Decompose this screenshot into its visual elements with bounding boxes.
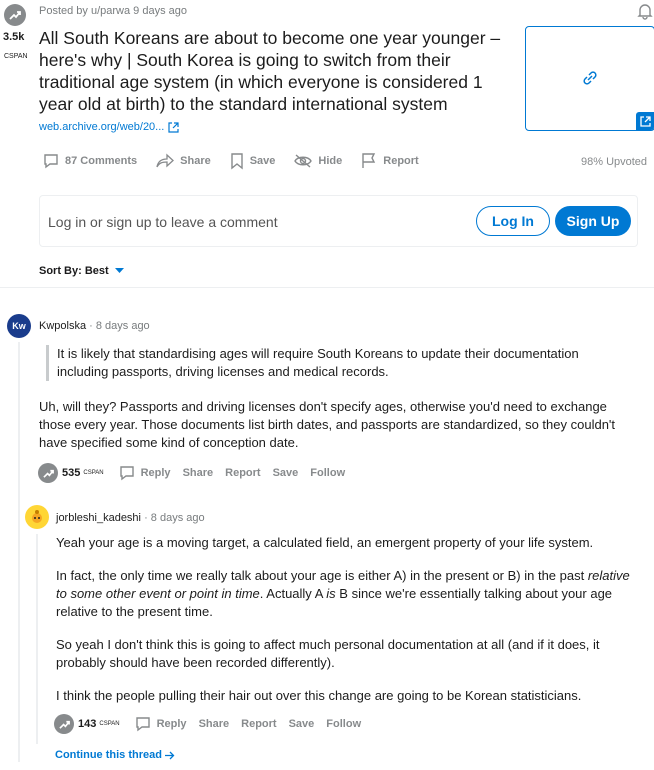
report-button[interactable]: Report — [360, 152, 419, 170]
award-badge: CSPAN — [99, 721, 120, 727]
thread-line[interactable] — [18, 342, 20, 762]
upvote-ratio: 98% Upvoted — [581, 156, 648, 168]
comment-paragraph: So yeah I don't think this is going to a… — [56, 637, 600, 670]
login-box: Log in or sign up to leave a comment Log… — [39, 195, 638, 247]
award-badge: CSPAN — [4, 53, 28, 60]
login-prompt: Log in or sign up to leave a comment — [48, 214, 278, 230]
post-title[interactable]: All South Koreans are about to become on… — [39, 27, 517, 115]
comment-header: jorbleshi_kadeshi · 8 days ago — [56, 512, 205, 524]
external-link-icon — [168, 121, 179, 133]
comment-body: Uh, will they? Passports and driving lic… — [39, 399, 616, 450]
comment-actions: 143 CSPAN Reply Share Report Save Follow — [54, 714, 373, 734]
comment-icon — [44, 154, 58, 169]
thread-line[interactable] — [36, 534, 38, 744]
follow-button[interactable]: Follow — [326, 718, 361, 730]
flag-icon — [362, 153, 376, 168]
signup-button[interactable]: Sign Up — [555, 206, 631, 236]
posted-by: Posted by u/parwa 9 days ago — [39, 5, 187, 17]
bell-icon[interactable] — [637, 2, 653, 25]
upvote-icon[interactable] — [4, 4, 26, 26]
upvote-icon[interactable] — [54, 714, 74, 734]
reply-button[interactable]: Reply — [141, 467, 171, 479]
comment-time[interactable]: · 8 days ago — [89, 320, 150, 332]
comment-score: 535 — [62, 467, 81, 479]
save-button[interactable]: Save — [273, 467, 299, 479]
avatar[interactable]: Kw — [7, 314, 31, 338]
reply-button[interactable]: Reply — [157, 718, 187, 730]
bookmark-icon — [231, 153, 243, 170]
post-link[interactable]: web.archive.org/web/20... — [39, 121, 179, 133]
post-score: 3.5k — [3, 31, 25, 43]
award-badge: CSPAN — [83, 470, 104, 476]
report-button[interactable]: Report — [225, 467, 260, 479]
comment-time[interactable]: · 8 days ago — [144, 512, 205, 524]
post-link-text[interactable]: web.archive.org/web/20... — [39, 121, 164, 133]
share-icon — [156, 153, 175, 168]
sort-dropdown[interactable]: Sort By: Best — [39, 265, 124, 277]
hide-button[interactable]: Hide — [293, 153, 342, 169]
comment-score: 143 — [78, 718, 97, 730]
save-button[interactable]: Save — [289, 718, 315, 730]
snoo-avatar-icon — [32, 510, 42, 523]
reply-icon[interactable] — [134, 715, 152, 733]
avatar[interactable] — [25, 505, 49, 529]
upvote-icon[interactable] — [38, 463, 58, 483]
comment-header: Kwpolska · 8 days ago — [39, 320, 150, 332]
comment-actions: 535 CSPAN Reply Share Report Save Follow — [38, 463, 357, 483]
arrow-right-icon — [164, 751, 175, 759]
comment-paragraph: In fact, the only time we really talk ab… — [56, 568, 630, 619]
save-button[interactable]: Save — [229, 152, 275, 170]
sort-label: Sort By: Best — [39, 265, 109, 277]
comment-paragraph: Yeah your age is a moving target, a calc… — [56, 535, 594, 550]
link-icon — [583, 71, 597, 85]
caret-down-icon — [114, 268, 124, 273]
share-button[interactable]: Share — [199, 718, 230, 730]
open-external-icon[interactable] — [636, 112, 654, 130]
login-button[interactable]: Log In — [476, 206, 550, 236]
divider — [0, 287, 654, 288]
report-button[interactable]: Report — [241, 718, 276, 730]
comment-quote: It is likely that standardising ages wil… — [46, 345, 617, 381]
follow-button[interactable]: Follow — [310, 467, 345, 479]
comments-button[interactable]: 87 Comments — [42, 152, 137, 170]
continue-thread-link[interactable]: Continue this thread — [55, 749, 175, 761]
comment-author[interactable]: jorbleshi_kadeshi — [56, 512, 141, 524]
post-actions: 87 Comments Share Save Hide Report — [42, 152, 437, 170]
share-button[interactable]: Share — [183, 467, 214, 479]
reply-icon[interactable] — [118, 464, 136, 482]
hide-icon — [294, 154, 313, 168]
share-button[interactable]: Share — [155, 153, 211, 169]
link-thumbnail[interactable] — [525, 26, 654, 131]
comment-author[interactable]: Kwpolska — [39, 320, 86, 332]
comment-paragraph: I think the people pulling their hair ou… — [56, 688, 582, 703]
